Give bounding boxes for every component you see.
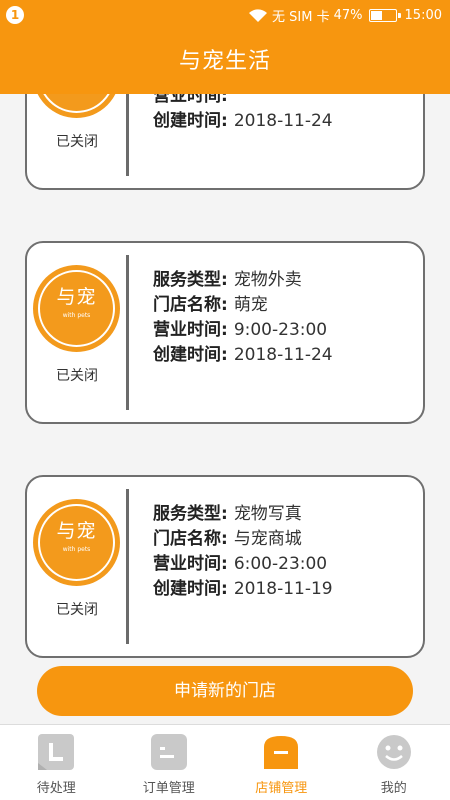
pending-icon [38, 734, 75, 770]
store-card-left: 与宠 with pets 已关闭 [27, 477, 127, 656]
tab-orders[interactable]: 订单管理 [113, 725, 226, 800]
created-value: 2018-11-24 [233, 111, 333, 131]
hours-value: 6:00-23:00 [233, 554, 328, 574]
bottom-tab-bar: 待处理 订单管理 店铺管理 我的 [0, 724, 450, 800]
logo-subtext: with pets [62, 546, 91, 553]
status-right: 无 SIM 卡 47% 15:00 [248, 6, 442, 25]
carrier-text: 无 SIM 卡 [272, 10, 330, 25]
logo-ring [38, 270, 115, 347]
tab-profile[interactable]: 我的 [338, 725, 450, 800]
tab-label: 我的 [380, 781, 407, 796]
battery-fill [370, 11, 382, 20]
tab-label: 订单管理 [142, 781, 195, 796]
profile-icon [376, 735, 411, 769]
service-type-value: 宠物外卖 [233, 270, 302, 290]
store-card[interactable]: 与宠 with pets 已关闭 服务类型: 宠物写真 门店名称: 与宠商城 营业时… [25, 475, 425, 658]
order-icon [150, 734, 187, 770]
tab-label: 待处理 [36, 781, 76, 796]
store-status: 已关闭 [56, 368, 98, 384]
status-bar: 1 无 SIM 卡 47% 15:00 [0, 0, 450, 30]
hours-label: 营业时间: [153, 94, 228, 106]
store-icon [264, 736, 299, 769]
store-name-value: 与宠商城 [233, 529, 302, 549]
store-logo: 与宠 with pets [33, 499, 120, 586]
tab-pending[interactable]: 待处理 [0, 725, 113, 800]
store-list[interactable]: 与宠 with pets 已关闭 服务类型: 门店名称: 营业时间: 创建时间:… [0, 94, 450, 724]
service-type-value: 宠物写真 [233, 504, 302, 524]
apply-new-store-button[interactable]: 申请新的门店 [37, 666, 413, 716]
card-divider [126, 489, 129, 644]
battery-percent: 47% [333, 8, 363, 23]
card-divider [126, 255, 129, 410]
row-service-type: 服务类型: 宠物写真 [153, 502, 333, 527]
hours-label: 营业时间: [153, 554, 228, 574]
row-hours: 营业时间: 6:00-23:00 [153, 552, 333, 577]
logo-ring [38, 94, 115, 113]
page-title: 与宠生活 [0, 30, 450, 94]
store-name-label: 门店名称: [153, 295, 228, 315]
row-created: 创建时间: 2018-11-24 [153, 109, 333, 134]
row-service-type: 服务类型: 宠物外卖 [153, 268, 333, 293]
store-info: 服务类型: 宠物外卖 门店名称: 萌宠 营业时间: 9:00-23:00 创建时间: 2… [153, 268, 333, 368]
battery-icon [368, 9, 401, 22]
card-divider [126, 94, 129, 176]
store-card[interactable]: 与宠 with pets 已关闭 服务类型: 宠物外卖 门店名称: 萌宠 营业时间:… [25, 241, 425, 424]
store-name-value: 萌宠 [233, 295, 268, 315]
tab-label: 店铺管理 [255, 781, 308, 796]
hours-value: 9:00-23:00 [233, 320, 328, 340]
logo-text: 与宠 [56, 286, 97, 308]
logo-ring [38, 504, 115, 581]
row-hours: 营业时间: 9:00-23:00 [153, 318, 333, 343]
notification-badge: 1 [6, 6, 24, 24]
created-label: 创建时间: [153, 111, 228, 131]
row-store-name: 门店名称: 与宠商城 [153, 527, 333, 552]
row-created: 创建时间: 2018-11-19 [153, 577, 333, 602]
clock: 15:00 [404, 8, 442, 23]
store-logo: 与宠 with pets [33, 265, 120, 352]
service-type-label: 服务类型: [153, 504, 228, 524]
row-created: 创建时间: 2018-11-24 [153, 343, 333, 368]
hours-label: 营业时间: [153, 320, 228, 340]
store-card[interactable]: 与宠 with pets 已关闭 服务类型: 门店名称: 营业时间: 创建时间:… [25, 94, 425, 190]
store-card-left: 与宠 with pets 已关闭 [27, 243, 127, 422]
store-card-left: 与宠 with pets 已关闭 [27, 94, 127, 188]
created-value: 2018-11-24 [233, 345, 333, 365]
store-info: 服务类型: 门店名称: 营业时间: 创建时间:2018-11-24 [153, 94, 333, 134]
row-hours: 营业时间: [153, 94, 333, 109]
tab-store-management[interactable]: 店铺管理 [225, 725, 338, 800]
store-name-label: 门店名称: [153, 529, 228, 549]
service-type-label: 服务类型: [153, 270, 228, 290]
logo-subtext: with pets [62, 312, 91, 319]
created-value: 2018-11-19 [233, 579, 333, 599]
store-logo: 与宠 with pets [33, 94, 120, 118]
store-info: 服务类型: 宠物写真 门店名称: 与宠商城 营业时间: 6:00-23:00 创建时间… [153, 502, 333, 602]
wifi-icon [249, 8, 268, 22]
logo-text: 与宠 [56, 520, 97, 542]
store-status: 已关闭 [56, 134, 98, 150]
store-status: 已关闭 [56, 602, 98, 618]
created-label: 创建时间: [153, 345, 228, 365]
row-store-name: 门店名称: 萌宠 [153, 293, 333, 318]
created-label: 创建时间: [153, 579, 228, 599]
